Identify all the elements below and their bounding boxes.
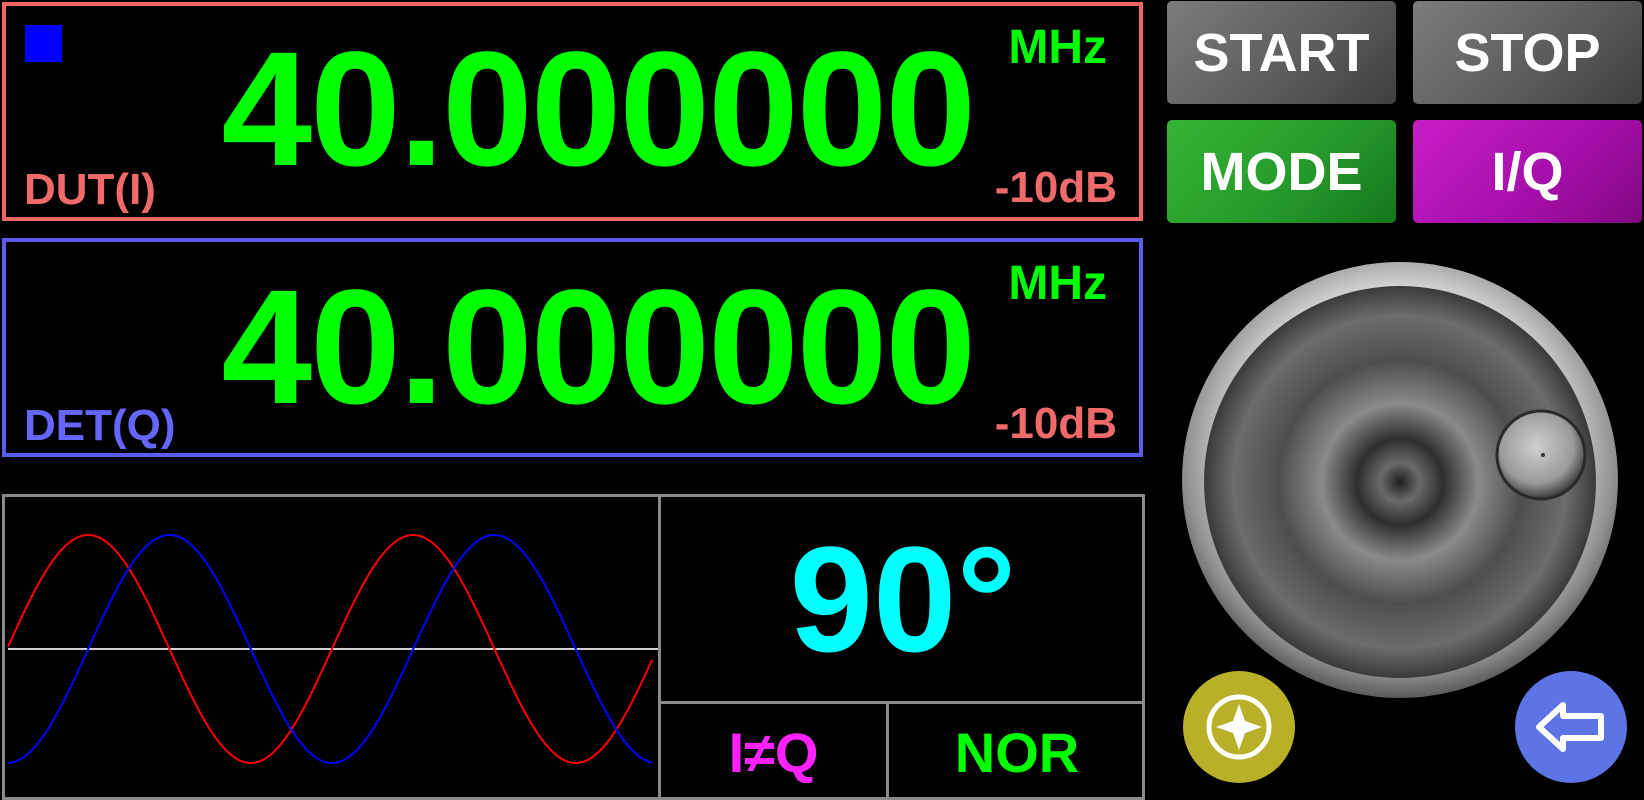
iq-button[interactable]: I/Q: [1413, 120, 1642, 223]
crosshair-button[interactable]: [1183, 671, 1295, 783]
dut-frequency-value[interactable]: 40.000000: [221, 24, 976, 194]
active-channel-indicator: [25, 25, 62, 62]
det-frequency-panel[interactable]: 40.000000 MHz DET(Q) -10dB: [2, 238, 1143, 457]
mode-state-readout[interactable]: NOR: [889, 704, 1145, 800]
back-button[interactable]: [1515, 671, 1627, 783]
det-frequency-unit: MHz: [1008, 257, 1107, 310]
stop-button[interactable]: STOP: [1413, 1, 1642, 104]
det-channel-label: DET(Q): [24, 401, 176, 450]
phase-readout[interactable]: 90°: [661, 497, 1145, 701]
mode-button[interactable]: MODE: [1167, 120, 1396, 223]
iq-relation-readout[interactable]: I≠Q: [661, 704, 886, 800]
crosshair-icon: [1206, 694, 1272, 760]
tuning-knob[interactable]: [1180, 260, 1620, 700]
det-frequency-value[interactable]: 40.000000: [221, 262, 976, 432]
back-arrow-icon: [1536, 702, 1604, 752]
dut-level-value[interactable]: -10dB: [995, 163, 1117, 213]
scope-readout-frame: 90° I≠Q NOR: [2, 494, 1145, 800]
dut-frequency-unit: MHz: [1008, 21, 1107, 74]
dut-frequency-panel[interactable]: 40.000000 MHz DUT(I) -10dB: [2, 2, 1143, 221]
dut-channel-label: DUT(I): [24, 165, 156, 214]
knob-dimple-dot: [1541, 453, 1545, 457]
iq-waveform-scope: [7, 533, 658, 765]
signal-generator-screen: 40.000000 MHz DUT(I) -10dB 40.000000 MHz…: [0, 0, 1644, 800]
start-button[interactable]: START: [1167, 1, 1396, 104]
det-level-value[interactable]: -10dB: [995, 399, 1117, 449]
